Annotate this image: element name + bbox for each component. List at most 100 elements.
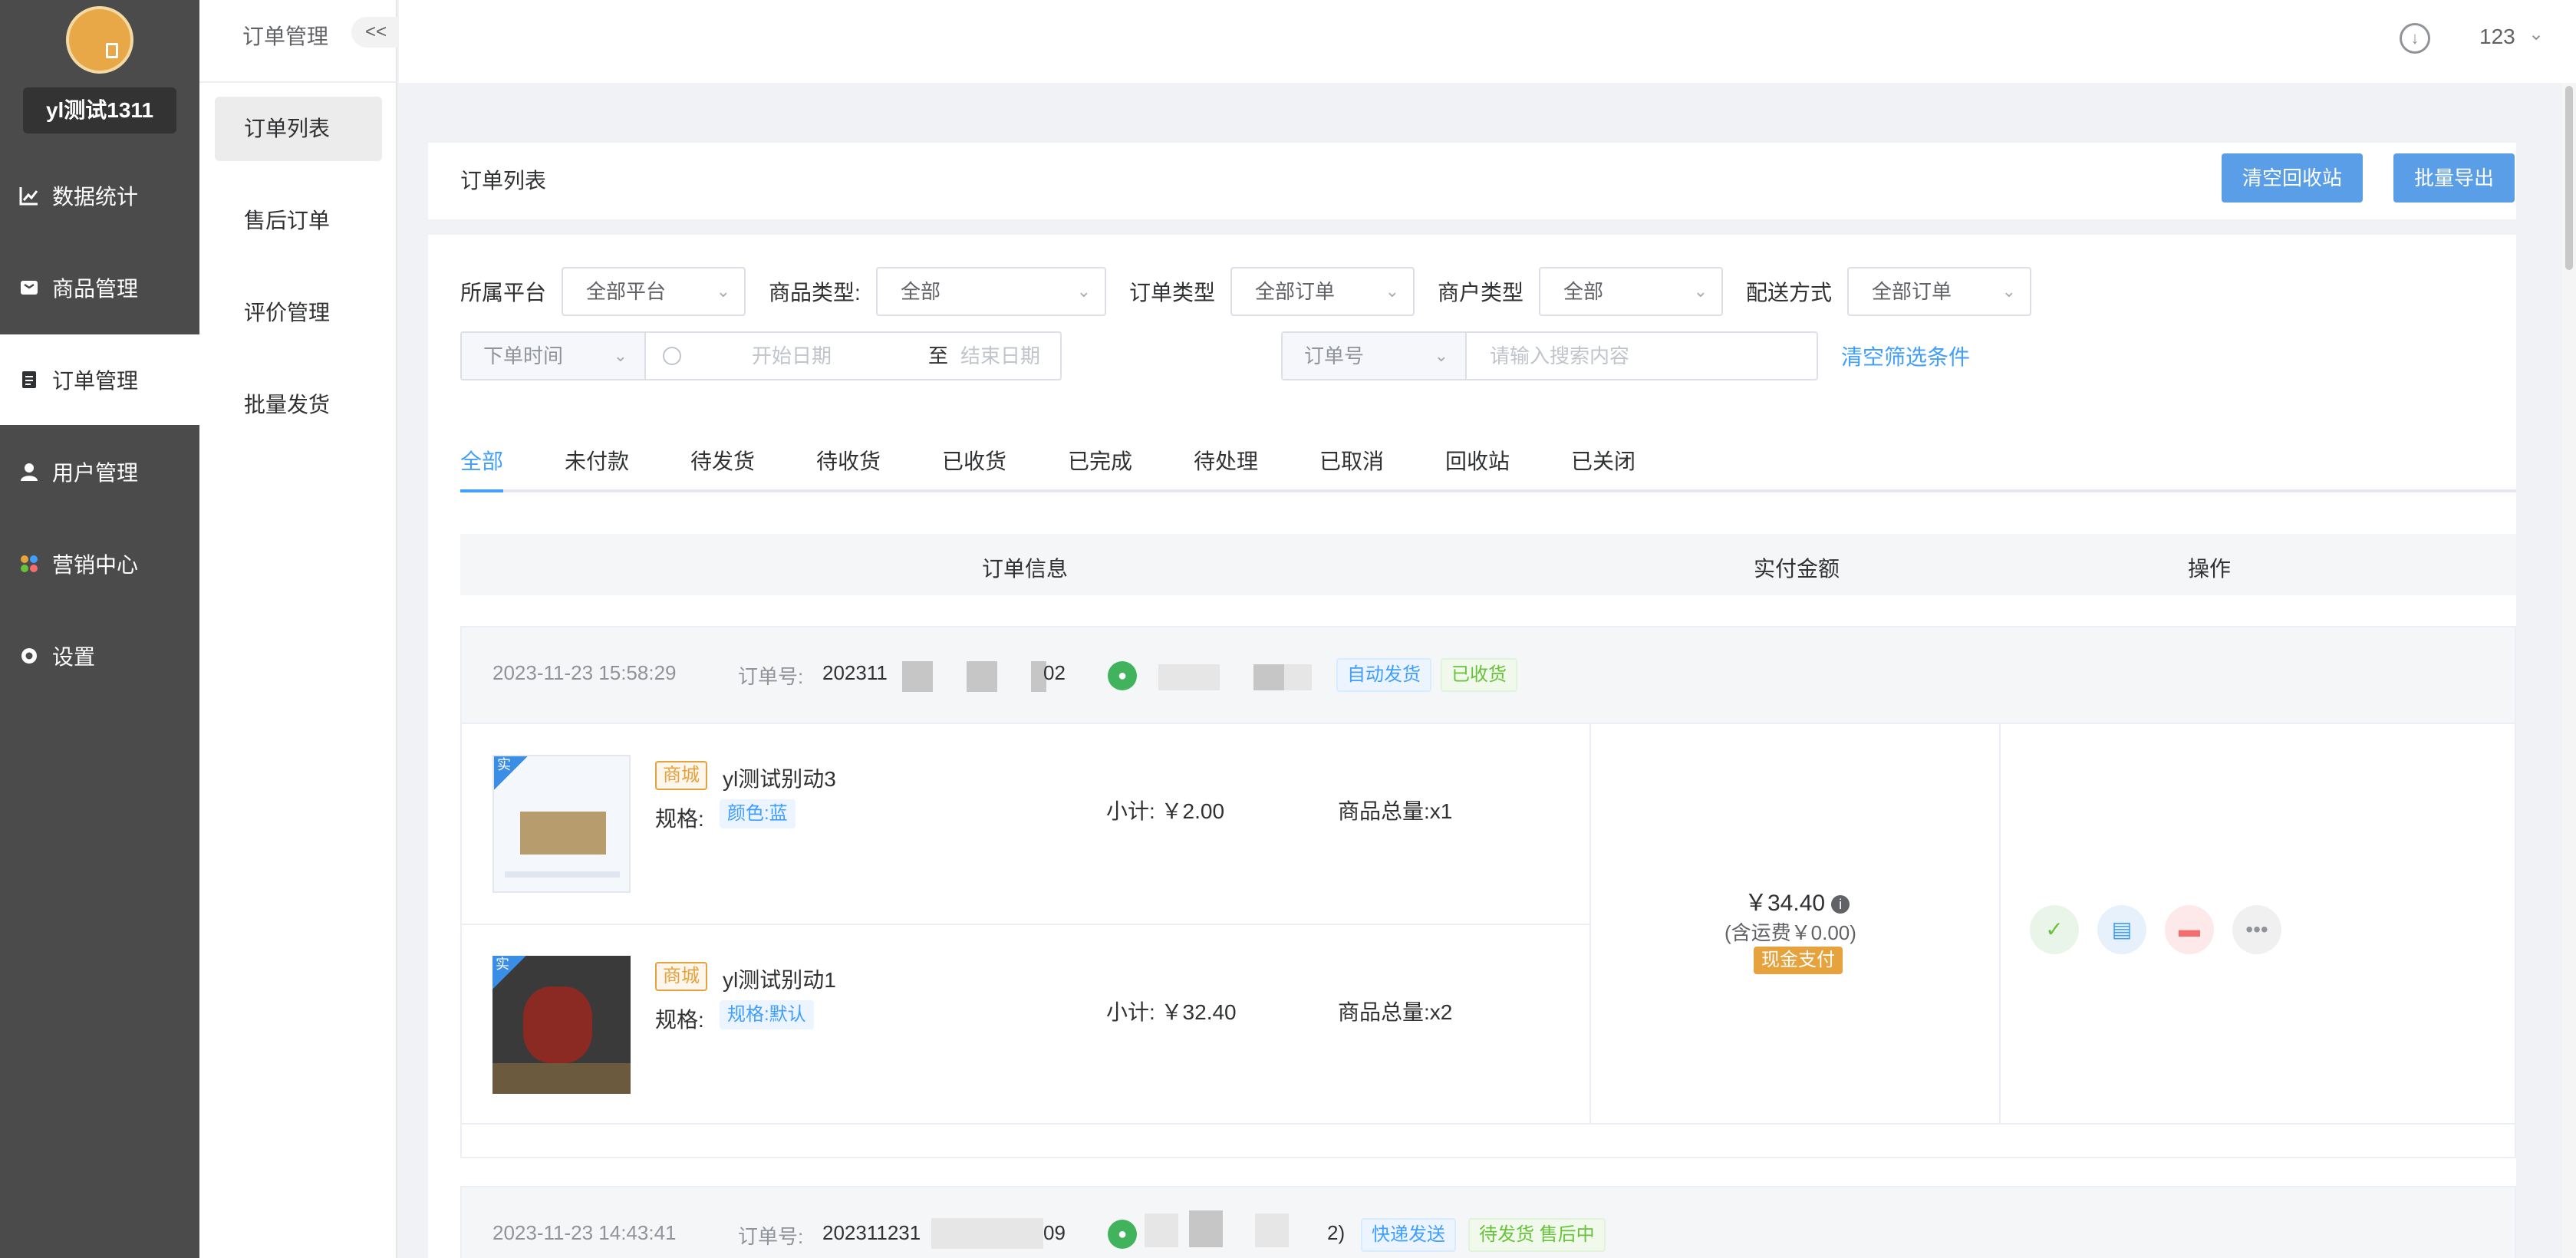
sidebar-item-users[interactable]: 用户管理 <box>0 426 199 517</box>
search-type-value: 订单号 <box>1304 344 1365 367</box>
product-thumbnail[interactable]: 实 <box>492 755 631 893</box>
tab-completed[interactable]: 已完成 <box>1068 445 1132 476</box>
order-no[interactable]: 202311231 <box>822 1221 921 1245</box>
tab-all[interactable]: 全部 <box>460 445 503 476</box>
row-divider <box>462 924 1589 925</box>
submenu-item-reviews[interactable]: 评价管理 <box>215 281 382 345</box>
spec-label: 规格: <box>655 1008 704 1032</box>
user-icon <box>18 461 40 482</box>
product-badge: 实 <box>492 956 526 990</box>
order-time: 2023-11-23 15:58:29 <box>492 661 677 684</box>
order-card: 2023-11-23 14:43:41 订单号: 202311231 09 ● … <box>460 1186 2516 1258</box>
info-icon[interactable]: i <box>1831 895 1850 914</box>
thumbnail-bar <box>505 871 620 878</box>
product-quantity: 商品总量:x2 <box>1338 1000 1453 1024</box>
end-date-input[interactable]: 结束日期 <box>960 333 1060 379</box>
product-name[interactable]: yl测试别动3 <box>723 762 836 793</box>
masked-block <box>1145 1214 1178 1247</box>
order-no[interactable]: 202311 <box>822 661 888 685</box>
shop-name[interactable]: yl测试1311 <box>23 87 176 133</box>
tab-to-receive[interactable]: 待收货 <box>816 445 881 476</box>
batch-export-button[interactable]: 批量导出 <box>2393 153 2515 203</box>
delivery-select[interactable]: 全部订单 ⌄ <box>1847 267 2031 316</box>
tag-express: 快递发送 <box>1361 1218 1456 1252</box>
sidebar-item-label: 订单管理 <box>52 369 139 393</box>
tag-pending-after-sales: 待发货 售后中 <box>1468 1218 1606 1252</box>
submenu-title: 订单管理 <box>242 25 329 48</box>
sidebar-item-label: 数据统计 <box>52 185 139 209</box>
delivery-value: 全部订单 <box>1872 280 1952 303</box>
sidebar-item-label: 用户管理 <box>52 461 139 485</box>
order-list-card: 所属平台 全部平台 ⌄ 商品类型: 全部 ⌄ 订单类型 全部订单 ⌄ 商户类型 … <box>428 235 2516 1258</box>
sidebar-item-marketing[interactable]: 营销中心 <box>0 519 199 609</box>
header-amount: 实付金额 <box>1754 557 1840 581</box>
tab-unpaid[interactable]: 未付款 <box>565 445 629 476</box>
masked-block <box>902 661 933 692</box>
chevron-down-icon[interactable]: ⌄ <box>2528 23 2544 45</box>
sidebar-item-statistics[interactable]: 数据统计 <box>0 150 199 241</box>
row-divider <box>462 1123 2515 1125</box>
delivery-label: 配送方式 <box>1746 281 1833 305</box>
product-name[interactable]: yl测试别动1 <box>723 963 836 994</box>
sidebar-item-label: 设置 <box>52 645 96 669</box>
spec-tag: 规格:默认 <box>720 1000 814 1029</box>
chevron-down-icon: ⌄ <box>1076 282 1091 301</box>
masked-block <box>931 1218 1043 1249</box>
shipping-fee: (含运费￥0.00) <box>1724 921 1856 944</box>
submenu-item-batch-ship[interactable]: 批量发货 <box>215 373 382 437</box>
sidebar-item-products[interactable]: 商品管理 <box>0 242 199 333</box>
page-header-card: 订单列表 清空回收站 批量导出 <box>428 143 2516 219</box>
platform-select[interactable]: 全部平台 ⌄ <box>562 267 746 316</box>
order-extra-suffix: 2) <box>1327 1221 1346 1244</box>
sidebar-item-orders[interactable]: 订单管理 <box>0 334 199 425</box>
merchant-type-select[interactable]: 全部 ⌄ <box>1539 267 1723 316</box>
order-no-suffix: 02 <box>1043 661 1066 684</box>
search-input[interactable]: 请输入搜索内容 <box>1490 333 1797 379</box>
order-type-select[interactable]: 全部订单 ⌄ <box>1230 267 1415 316</box>
table-header: 订单信息 实付金额 操作 <box>460 534 2516 595</box>
print-icon[interactable]: ▤ <box>2097 905 2146 954</box>
tab-pending[interactable]: 待处理 <box>1194 445 1258 476</box>
order-no-suffix: 09 <box>1043 1221 1066 1244</box>
order-no-label: 订单号: <box>738 1225 804 1248</box>
order-submenu: 订单管理 << 订单列表 售后订单 评价管理 批量发货 <box>199 0 400 1258</box>
order-search[interactable]: 订单号 ⌄ 请输入搜索内容 <box>1281 331 1818 380</box>
clear-recycle-button[interactable]: 清空回收站 <box>2222 153 2363 203</box>
tab-to-ship[interactable]: 待发货 <box>690 445 755 476</box>
chart-line-icon <box>18 185 40 206</box>
collapse-button[interactable]: << <box>351 17 400 48</box>
search-type-select[interactable]: 订单号 ⌄ <box>1283 333 1467 379</box>
submenu-item-order-list[interactable]: 订单列表 <box>215 97 382 161</box>
message-icon[interactable]: ▬ <box>2165 905 2214 954</box>
scrollbar-thumb[interactable] <box>2565 86 2573 270</box>
chevron-down-icon: ⌄ <box>2001 282 2016 301</box>
tab-cancelled[interactable]: 已取消 <box>1319 445 1384 476</box>
masked-block <box>1158 664 1220 690</box>
tab-received[interactable]: 已收货 <box>942 445 1006 476</box>
start-date-input[interactable]: 开始日期 <box>700 333 884 379</box>
confirm-icon[interactable]: ✓ <box>2030 905 2079 954</box>
more-icon[interactable]: ••• <box>2232 905 2281 954</box>
order-type-label: 订单类型 <box>1129 281 1216 305</box>
clear-filters-link[interactable]: 清空筛选条件 <box>1841 341 1970 371</box>
order-type-value: 全部订单 <box>1255 280 1336 303</box>
sidebar-item-label: 营销中心 <box>52 553 139 577</box>
merchant-type-value: 全部 <box>1563 280 1604 303</box>
goods-type-select[interactable]: 全部 ⌄ <box>876 267 1106 316</box>
platform-label: 所属平台 <box>460 281 547 305</box>
main-sidebar: yl测试1311 数据统计 商品管理 订单管理 用户管理 营销中心 设置 <box>0 0 199 1258</box>
product-thumbnail[interactable]: 实 <box>492 956 631 1094</box>
spec-label: 规格: <box>655 807 704 831</box>
date-type-select[interactable]: 下单时间 ⌄ <box>462 333 646 379</box>
download-icon[interactable]: ↓ <box>2400 23 2430 54</box>
column-divider <box>1999 724 2001 1123</box>
submenu-item-after-sales[interactable]: 售后订单 <box>215 189 382 253</box>
chevron-down-icon: ⌄ <box>1693 282 1708 301</box>
shop-logo[interactable] <box>66 6 133 74</box>
tab-closed[interactable]: 已关闭 <box>1571 445 1636 476</box>
sidebar-item-settings[interactable]: 设置 <box>0 611 199 701</box>
tab-recycle-bin[interactable]: 回收站 <box>1445 445 1510 476</box>
user-menu[interactable]: 123 <box>2479 25 2515 49</box>
date-range-picker[interactable]: 下单时间 ⌄ 开始日期 至 结束日期 <box>460 331 1062 380</box>
chevron-down-icon: ⌄ <box>716 282 730 301</box>
